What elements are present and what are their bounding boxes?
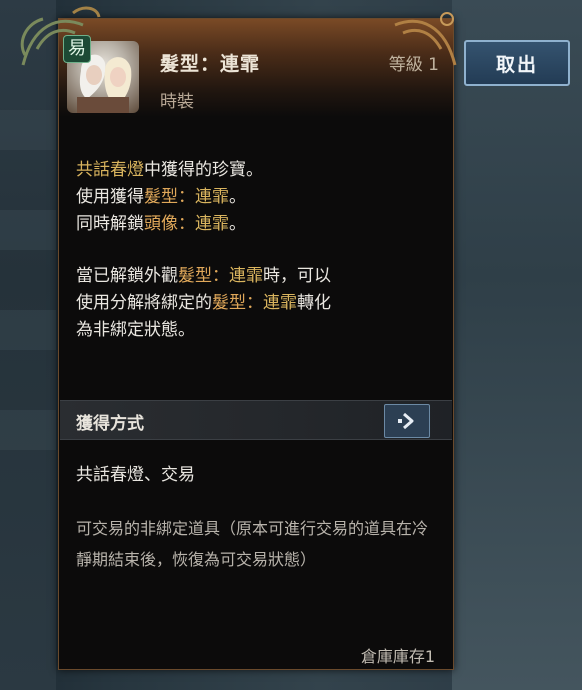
acquire-sources: 共話春燈、交易	[76, 465, 195, 485]
name-highlight: 連霏	[195, 214, 229, 234]
description-line: 使用獲得髮型：連霏。	[76, 184, 438, 211]
acquire-expand-button[interactable]	[384, 404, 430, 438]
item-type: 時裝	[160, 92, 194, 112]
acquire-section-title: 獲得方式	[76, 414, 144, 434]
type-highlight: 頭像：	[144, 214, 195, 234]
take-out-button[interactable]: 取出	[464, 40, 570, 86]
background-strip	[0, 210, 56, 250]
arrow-right-icon	[398, 412, 414, 430]
description-text: 。	[229, 187, 246, 207]
description-line: 同時解鎖頭像：連霏。	[76, 211, 438, 238]
type-highlight: 髮型：	[144, 187, 195, 207]
acquire-section-header: 獲得方式	[60, 400, 452, 440]
name-highlight: 連霏	[263, 293, 297, 313]
item-tooltip: 易 髮型：連霏 時裝 等級 1 共話春燈中獲得的珍寶。 使用獲得髮型：連霏。 同…	[20, 6, 457, 670]
description-line: 共話春燈中獲得的珍寶。	[76, 157, 438, 184]
item-name: 髮型：連霏	[160, 53, 261, 75]
description-text: 當已解鎖外觀	[76, 266, 178, 286]
trade-icon: 易	[63, 35, 91, 63]
description-line: 當已解鎖外觀髮型：連霏時，可以	[76, 263, 438, 290]
description-line: 使用分解將綁定的髮型：連霏轉化	[76, 290, 438, 317]
source-highlight: 共話春燈	[76, 160, 144, 180]
description-text: 為非綁定狀態。	[76, 320, 195, 340]
item-description: 共話春燈中獲得的珍寶。 使用獲得髮型：連霏。 同時解鎖頭像：連霏。 當已解鎖外觀…	[76, 157, 438, 344]
description-text: 使用獲得	[76, 187, 144, 207]
description-text: 時，可以	[263, 266, 331, 286]
description-text: 同時解鎖	[76, 214, 144, 234]
background-strip	[0, 410, 56, 450]
background-right-area	[452, 0, 582, 690]
type-highlight: 髮型：	[178, 266, 229, 286]
background-strip	[0, 310, 56, 350]
background-left-panel	[0, 0, 56, 690]
description-line: 為非綁定狀態。	[76, 317, 438, 344]
item-level: 等級 1	[388, 55, 439, 75]
background-strip	[0, 110, 56, 150]
description-text: 中獲得的珍寶。	[144, 160, 263, 180]
name-highlight: 連霏	[195, 187, 229, 207]
trade-note: 可交易的非綁定道具（原本可進行交易的道具在冷靜期結束後，恢復為可交易狀態）	[76, 519, 429, 569]
storage-count: 倉庫庫存1	[360, 647, 435, 666]
description-text: 。	[229, 214, 246, 234]
description-text: 轉化	[297, 293, 331, 313]
description-text: 使用分解將綁定的	[76, 293, 212, 313]
type-highlight: 髮型：	[212, 293, 263, 313]
name-highlight: 連霏	[229, 266, 263, 286]
